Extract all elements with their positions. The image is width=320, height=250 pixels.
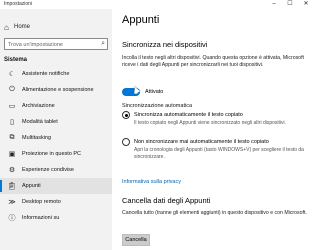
minimize-icon[interactable]: – xyxy=(268,0,280,9)
title-bar: Impostazioni – ☐ ✕ xyxy=(0,0,316,9)
radio-auto-sync-label[interactable]: Sincronizza automaticamente il testo cop… xyxy=(134,112,243,118)
sidebar-item-label: Proiezione in questo PC xyxy=(22,151,82,157)
privacy-link[interactable]: Informativa sulla privacy xyxy=(122,179,181,185)
projecting-icon: ▣ xyxy=(8,151,16,158)
power-icon: ⏻ xyxy=(9,86,15,93)
sidebar-item-label: Multitasking xyxy=(22,135,52,141)
home-link[interactable]: ⌂ Home xyxy=(4,21,108,33)
sync-toggle-label: Attivato xyxy=(145,89,164,95)
clear-button[interactable]: Cancella xyxy=(122,234,150,246)
radio-never-sync-description: Apri la cronologia degli Appunti (tasto … xyxy=(134,147,304,160)
clear-heading: Cancella dati degli Appunti xyxy=(122,196,211,205)
multitasking-icon: ⧉ xyxy=(9,134,15,141)
sidebar-item-label: Desktop remoto xyxy=(22,199,61,205)
sidebar-item-clipboard[interactable]: 📋︎ Appunti xyxy=(0,178,112,194)
sidebar-item-focus-assist[interactable]: ☾ Assistente notifiche xyxy=(0,66,112,82)
radio-never-sync-label[interactable]: Non sincronizzare mai automaticamente il… xyxy=(134,139,269,145)
sidebar-item-label: Assistente notifiche xyxy=(22,71,70,77)
clear-description: Cancella tutto (tranne gli elementi aggi… xyxy=(122,210,307,216)
sidebar-item-label: Informazioni su xyxy=(22,215,60,221)
window-title: Impostazioni xyxy=(4,1,33,7)
storage-icon: ▭ xyxy=(8,103,16,110)
sidebar-section-title: Sistema xyxy=(4,57,28,63)
radio-auto-sync[interactable] xyxy=(122,111,130,119)
sidebar-item-label: Esperienze condivise xyxy=(22,167,74,173)
close-icon[interactable]: ✕ xyxy=(300,0,312,9)
sidebar-item-label: Alimentazione e sospensione xyxy=(22,87,94,93)
info-icon: ⓘ xyxy=(8,215,16,222)
sidebar-item-remote-desktop[interactable]: ≫ Desktop remoto xyxy=(0,194,112,210)
sidebar-item-storage[interactable]: ▭ Archiviazione xyxy=(0,98,112,114)
sidebar-item-power[interactable]: ⏻ Alimentazione e sospensione xyxy=(0,82,112,98)
sidebar-item-tablet[interactable]: ▯ Modalità tablet xyxy=(0,114,112,130)
main-content: Appunti Sincronizza nei dispositivi Inco… xyxy=(112,9,316,250)
search-icon[interactable]: ⌕ xyxy=(101,40,105,48)
shared-experiences-icon: ⚙ xyxy=(8,167,16,174)
sidebar-item-multitasking[interactable]: ⧉ Multitasking xyxy=(0,130,112,146)
radio-never-sync[interactable] xyxy=(122,138,130,146)
home-icon: ⌂ xyxy=(4,22,9,32)
sidebar: ⌂ Home ⌕ Sistema ☾ Assistente notifiche … xyxy=(0,9,112,250)
sidebar-item-shared-experiences[interactable]: ⚙ Esperienze condivise xyxy=(0,162,112,178)
auto-sync-heading: Sincronizzazione automatica xyxy=(122,103,193,109)
clipboard-icon: 📋︎ xyxy=(7,183,17,190)
search-input[interactable] xyxy=(8,40,94,49)
sidebar-item-label: Appunti xyxy=(22,183,41,189)
maximize-icon[interactable]: ☐ xyxy=(284,0,296,9)
tablet-icon: ▯ xyxy=(10,119,14,126)
radio-auto-sync-description: Il testo copiato negli Appunti viene sin… xyxy=(134,120,287,126)
sidebar-nav: ☾ Assistente notifiche ⏻ Alimentazione e… xyxy=(0,66,112,226)
page-title: Appunti xyxy=(122,14,160,26)
focus-assist-icon: ☾ xyxy=(8,71,16,78)
remote-desktop-icon: ≫ xyxy=(8,199,16,206)
search-box[interactable]: ⌕ xyxy=(4,38,108,50)
sync-heading: Sincronizza nei dispositivi xyxy=(122,40,208,49)
sidebar-item-info[interactable]: ⓘ Informazioni su xyxy=(0,210,112,226)
sidebar-item-projecting[interactable]: ▣ Proiezione in questo PC xyxy=(0,146,112,162)
home-label: Home xyxy=(14,24,31,30)
sidebar-item-label: Modalità tablet xyxy=(22,119,58,125)
sync-description: Incolla il testo negli altri dispositivi… xyxy=(122,55,304,68)
sidebar-item-label: Archiviazione xyxy=(22,103,55,109)
